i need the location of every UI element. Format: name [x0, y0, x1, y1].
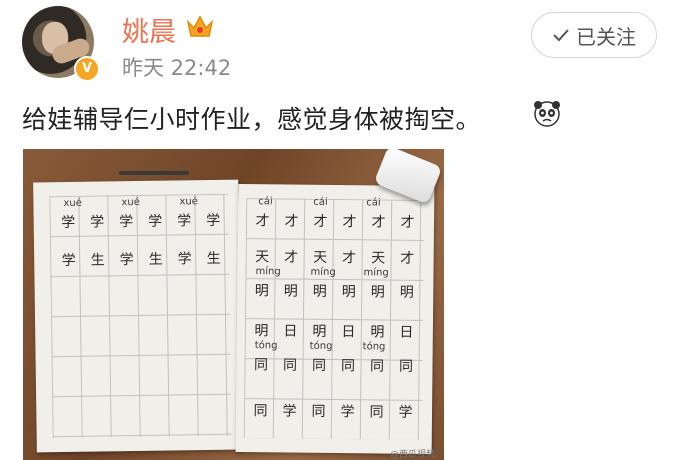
- char: 才: [400, 250, 415, 267]
- pinyin: xué: [121, 196, 140, 209]
- char: 才: [342, 214, 357, 231]
- post-photo[interactable]: xué xué xué 学 学 学 学 学 学 学 生 学 生 学 生 cái …: [23, 149, 444, 460]
- char: 学: [61, 252, 76, 270]
- username[interactable]: 姚晨: [122, 10, 176, 49]
- char: 才: [313, 213, 328, 230]
- char-row: 学 生 学 生 学 生: [54, 248, 228, 270]
- char: 才: [284, 213, 299, 230]
- char: 同: [340, 358, 356, 375]
- char: 学: [90, 214, 105, 231]
- check-icon: [553, 29, 569, 42]
- follow-button[interactable]: 已关注: [531, 12, 657, 58]
- char: 才: [255, 213, 270, 230]
- char: 才: [371, 214, 386, 231]
- pinyin: tóng: [254, 340, 278, 352]
- char: 生: [206, 250, 221, 268]
- char: 日: [399, 324, 414, 341]
- char: 同: [398, 358, 414, 375]
- pinyin: xué: [179, 196, 198, 208]
- char: 同: [369, 404, 384, 421]
- char: 同: [253, 357, 269, 374]
- char: 学: [340, 404, 355, 421]
- char: 学: [206, 212, 221, 230]
- char: 明: [283, 283, 298, 300]
- char: 明: [254, 283, 269, 300]
- char: 学: [148, 213, 163, 230]
- char-row: 天 才 天 才 天 才: [248, 246, 422, 268]
- char-row: 才 才 才 才 才 才: [248, 210, 422, 232]
- char-row: 同 学 同 学 同 学: [246, 400, 420, 422]
- char: 明: [399, 284, 414, 301]
- pinyin: xué: [63, 197, 82, 210]
- char: 才: [284, 249, 299, 266]
- char: 天: [371, 250, 386, 267]
- char: 明: [254, 323, 269, 340]
- char: 同: [282, 357, 298, 374]
- char: 生: [90, 252, 105, 269]
- char: 明: [370, 284, 385, 301]
- post-text: 给娃辅导仨小时作业，感觉身体被掏空。: [22, 105, 482, 134]
- pinyin: cái: [366, 197, 381, 209]
- char: 日: [341, 324, 356, 341]
- pencil: [119, 171, 189, 175]
- char-row: 学 学 学 学 学 学: [54, 210, 228, 232]
- char: 同: [253, 403, 268, 420]
- notebook-right-page: cái cái cái 才 才 才 才 才 才 天 才 天 才 天 才 míng…: [235, 183, 435, 455]
- char-row: 同 同 同 同 同 同: [246, 354, 420, 376]
- notebook-left-page: xué xué xué 学 学 学 学 学 学 学 生 学 生 学 生: [33, 179, 242, 453]
- crown-icon: [186, 15, 214, 37]
- char: 明: [370, 324, 385, 341]
- post-timestamp: 昨天 22:42: [122, 56, 232, 80]
- pinyin: míng: [255, 266, 281, 278]
- panda-face-emoji-icon: [534, 101, 560, 127]
- pinyin: míng: [310, 266, 336, 279]
- char: 学: [177, 251, 192, 268]
- char: 同: [311, 403, 326, 420]
- char: 日: [283, 323, 298, 340]
- char-row: 明 明 明 明 明 明: [247, 280, 421, 302]
- char: 明: [341, 284, 356, 301]
- char: 学: [61, 214, 76, 232]
- follow-button-label: 已关注: [576, 24, 636, 49]
- pinyin: tóng: [309, 340, 333, 352]
- char: 明: [312, 283, 327, 300]
- pinyin: cái: [313, 196, 328, 208]
- pinyin: míng: [363, 267, 389, 279]
- char: 才: [400, 214, 415, 231]
- char: 学: [119, 214, 134, 231]
- pinyin: tóng: [362, 341, 386, 353]
- photo-watermark: @西瓜视频: [390, 450, 436, 460]
- pinyin: cái: [258, 196, 273, 208]
- char: 同: [311, 357, 327, 374]
- char: 学: [177, 213, 192, 230]
- char: 同: [369, 358, 385, 375]
- char-row: 明 日 明 日 明 日: [247, 320, 421, 342]
- char: 天: [255, 249, 270, 266]
- char: 生: [148, 251, 163, 268]
- char: 才: [342, 250, 357, 267]
- verified-badge-icon: V: [74, 56, 100, 82]
- char: 明: [312, 323, 327, 340]
- char: 天: [313, 249, 328, 266]
- char: 学: [119, 252, 134, 269]
- char: 学: [282, 403, 297, 420]
- char: 学: [398, 404, 413, 421]
